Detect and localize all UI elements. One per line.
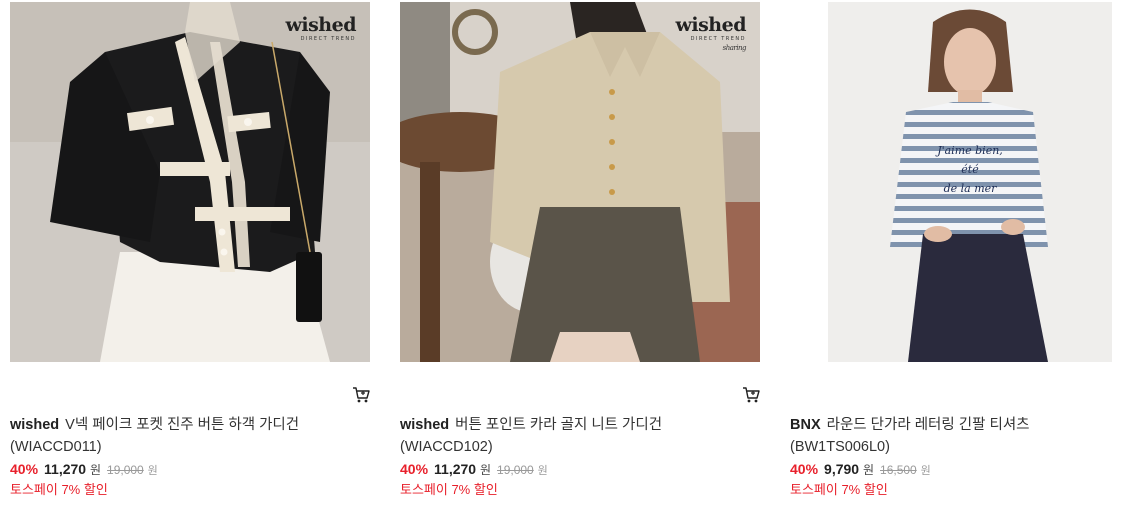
product-card[interactable]: wished DIRECT TREND sharing wished 버튼 포인트…: [400, 0, 770, 514]
product-code: (WIACCD011): [10, 439, 102, 455]
cart-button[interactable]: [351, 385, 371, 405]
currency: 원: [479, 463, 492, 477]
product-code: (WIACCD102): [400, 439, 493, 455]
cart-button[interactable]: [741, 385, 761, 405]
product-title: V넥 페이크 포켓 진주 버튼 하객 가디건: [65, 417, 300, 433]
shirt-print-line-3: de la mer: [944, 182, 998, 195]
currency: 원: [862, 463, 875, 477]
original-price: 19,000: [107, 463, 144, 477]
tosspay-promo: 토스페이 7% 할인: [790, 482, 888, 497]
tosspay-promo: 토스페이 7% 할인: [10, 482, 108, 497]
shopping-cart-icon: [743, 387, 760, 403]
brand-name: wished: [10, 417, 60, 433]
brand-name: wished: [400, 417, 450, 433]
brand-logo: wished DIRECT TREND: [285, 14, 357, 42]
product-image[interactable]: wished DIRECT TREND: [10, 2, 370, 362]
discount-rate: 40%: [10, 461, 39, 477]
logo-subtext: DIRECT TREND: [690, 36, 746, 42]
price-row: 40% 9,790 원 16,500 원: [790, 459, 1124, 481]
shirt-print-line-2: été: [961, 163, 979, 176]
product-photo-beige-cardigan: [400, 2, 760, 362]
original-price: 16,500: [880, 463, 917, 477]
brand-name: BNX: [790, 417, 821, 433]
product-name[interactable]: wished V넥 페이크 포켓 진주 버튼 하객 가디건 (WIACCD011): [10, 414, 370, 458]
original-currency: 원: [147, 465, 158, 477]
product-photo-black-cardigan: [10, 2, 370, 362]
product-info: BNX 라운드 단가라 레터링 긴팔 티셔츠 (BW1TS006L0) 40% 9,…: [790, 414, 1124, 499]
sale-price: 11,270: [44, 461, 87, 477]
discount-rate: 40%: [400, 461, 429, 477]
price-row: 40% 11,270 원 19,000 원: [400, 459, 760, 481]
product-image[interactable]: J'aime bien, été de la mer: [828, 2, 1112, 362]
product-image[interactable]: wished DIRECT TREND sharing: [400, 2, 760, 362]
product-title: 라운드 단가라 레터링 긴팔 티셔츠: [826, 417, 1030, 433]
original-currency: 원: [920, 465, 931, 477]
tosspay-promo: 토스페이 7% 할인: [400, 482, 498, 497]
logo-text: wished: [675, 14, 747, 36]
discount-rate: 40%: [790, 461, 819, 477]
shopping-cart-icon: [353, 387, 370, 403]
brand-logo: wished DIRECT TREND sharing: [675, 14, 747, 52]
product-name[interactable]: wished 버튼 포인트 카라 골지 니트 가디건 (WIACCD102): [400, 414, 760, 458]
currency: 원: [89, 463, 102, 477]
sale-price: 9,790: [824, 461, 860, 477]
product-title: 버튼 포인트 카라 골지 니트 가디건: [455, 417, 663, 433]
original-currency: 원: [537, 465, 548, 477]
product-info: wished 버튼 포인트 카라 골지 니트 가디건 (WIACCD102) 40…: [400, 414, 760, 499]
logo-subtext: DIRECT TREND: [300, 36, 356, 42]
shirt-print-line-1: J'aime bien,: [935, 144, 1003, 157]
product-photo-striped-tee: J'aime bien, été de la mer: [828, 2, 1112, 362]
original-price: 19,000: [497, 463, 534, 477]
product-card[interactable]: J'aime bien, été de la mer BNX 라운드 단가라 레터…: [790, 0, 1124, 514]
product-name[interactable]: BNX 라운드 단가라 레터링 긴팔 티셔츠 (BW1TS006L0): [790, 414, 1124, 458]
sale-price: 11,270: [434, 461, 477, 477]
logo-text: wished: [285, 14, 357, 36]
product-info: wished V넥 페이크 포켓 진주 버튼 하객 가디건 (WIACCD011)…: [10, 414, 370, 499]
price-row: 40% 11,270 원 19,000 원: [10, 459, 370, 481]
product-code: (BW1TS006L0): [790, 439, 890, 455]
product-card[interactable]: wished DIRECT TREND wished V넥 페이크 포켓 진주 버…: [10, 0, 380, 514]
logo-tag: sharing: [722, 44, 747, 52]
